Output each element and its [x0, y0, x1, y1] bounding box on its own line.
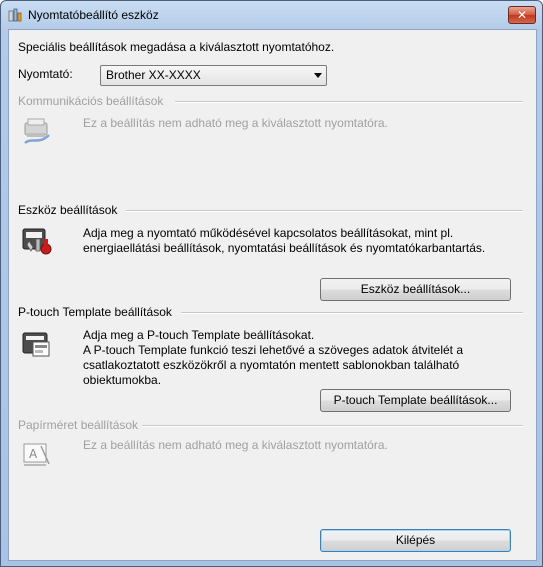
- communication-settings-icon: [24, 118, 50, 145]
- ptouch-section-heading: P-touch Template beállítások: [18, 305, 172, 319]
- device-settings-button[interactable]: Eszköz beállítások...: [320, 278, 511, 301]
- ptouch-template-icon: [22, 332, 50, 357]
- close-icon: ✕: [516, 8, 528, 22]
- paper-divider: [142, 425, 523, 427]
- ptouch-template-settings-button[interactable]: P-touch Template beállítások...: [320, 389, 511, 412]
- paper-size-icon: A: [23, 443, 50, 466]
- ptouch-description-line-2: A P-touch Template funkció teszi lehetőv…: [83, 343, 464, 357]
- paper-section-heading: Papírméret beállítások: [18, 418, 139, 432]
- ptouch-description-line-3: csatlakoztatott eszközökről a nyomtatón …: [83, 358, 460, 372]
- device-section-heading: Eszköz beállítások: [18, 203, 118, 217]
- printer-tool-app-icon: [8, 8, 22, 22]
- device-divider: [126, 210, 523, 212]
- svg-text:A: A: [29, 447, 38, 461]
- device-settings-icon: [22, 228, 52, 255]
- ptouch-divider: [181, 312, 523, 314]
- ptouch-description-line-1: Adja meg a P-touch Template beállításoka…: [83, 328, 315, 342]
- exit-button[interactable]: Kilépés: [320, 529, 511, 552]
- title-bar[interactable]: Nyomtatóbeállító eszköz ✕: [1, 1, 542, 29]
- intro-text: Speciális beállítások megadása a kiválas…: [18, 40, 335, 54]
- printer-select[interactable]: Brother XX-XXXX: [100, 65, 327, 86]
- device-description-line-1: Adja meg a nyomtató működésével kapcsola…: [83, 226, 454, 240]
- ptouch-description-line-4: obiektumokba.: [83, 373, 162, 387]
- window-title: Nyomtatóbeállító eszköz: [28, 8, 159, 22]
- device-description-line-2: energiaellátási beállítások, nyomtatási …: [83, 241, 486, 255]
- communication-section-heading: Kommunikációs beállítások: [18, 94, 164, 108]
- communication-description: Ez a beállítás nem adható meg a kiválasz…: [83, 116, 388, 130]
- printer-settings-tool-window: Nyomtatóbeállító eszköz ✕ Speciális beál…: [0, 0, 543, 567]
- communication-divider: [175, 101, 523, 103]
- printer-select-value: Brother XX-XXXX: [106, 68, 201, 82]
- printer-label: Nyomtató:: [18, 67, 73, 81]
- paper-description: Ez a beállítás nem adható meg a kiválasz…: [83, 438, 388, 452]
- dialog-content: Speciális beállítások megadása a kiválas…: [8, 29, 537, 561]
- close-button[interactable]: ✕: [508, 6, 536, 24]
- chevron-down-icon: [314, 73, 322, 78]
